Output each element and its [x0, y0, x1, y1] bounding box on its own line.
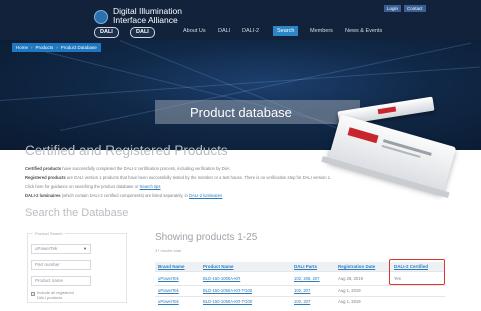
row3-parts[interactable]: 102, 207	[294, 299, 310, 305]
row2-product[interactable]: BLD-150-1050A-KR-TG00	[203, 288, 252, 294]
column-dali-parts[interactable]: DALI Parts	[294, 263, 317, 270]
contact-link[interactable]: Contact	[404, 5, 426, 12]
row3-date: Aug 1, 2019	[338, 299, 361, 304]
row2-brand[interactable]: uPowerTek	[158, 288, 179, 294]
column-registration-date[interactable]: Registration Date	[338, 263, 375, 270]
search-panel-label: Product Search	[33, 231, 65, 236]
include-registered-label-line2: DALI products	[37, 295, 63, 300]
search-tips-link[interactable]: Search tips	[140, 184, 161, 189]
row1-brand[interactable]: uPowerTek	[158, 276, 179, 282]
table-row-divider	[155, 285, 445, 286]
registered-term: Registered products	[25, 175, 66, 180]
search-heading: Search the Database	[25, 207, 129, 219]
registered-text: are DALI version 1 products that have be…	[65, 175, 332, 180]
certified-heading: Certified and Registered Products	[25, 143, 228, 158]
page-title: Product database	[190, 105, 292, 120]
row1-product[interactable]: BLD-150-1000A-KR	[203, 276, 240, 282]
dali2-certified-highlight	[389, 259, 445, 285]
row2-date: Aug 1, 2019	[338, 288, 361, 293]
nav-news-events[interactable]: News & Events	[345, 27, 382, 35]
brand-select[interactable]: uPowerTek ▼	[31, 244, 91, 254]
diia-logo-icon[interactable]	[94, 10, 108, 24]
breadcrumb-home[interactable]: Home	[16, 45, 28, 50]
luminaires-note: DALI-2 luminaires (which contain DALI-2 …	[25, 193, 222, 199]
brand-select-value: uPowerTek	[35, 246, 58, 251]
row1-date: Aug 28, 2019	[338, 276, 363, 281]
search-guidance-text: Click here for guidance on searching the…	[25, 184, 140, 189]
column-brand-name[interactable]: Brand Name	[158, 263, 185, 270]
registered-description: Registered products are DALI version 1 p…	[25, 175, 331, 181]
results-count: 37 results total	[155, 248, 182, 253]
nav-dali-2[interactable]: DALI-2	[242, 27, 259, 35]
login-link[interactable]: Login	[384, 5, 402, 12]
chevron-down-icon: ▼	[83, 246, 87, 251]
breadcrumb-separator-icon: ›	[31, 45, 33, 50]
dali-logo-badge[interactable]: DALI	[94, 27, 119, 38]
search-guidance: Click here for guidance on searching the…	[25, 184, 160, 190]
nav-about-us[interactable]: About Us	[183, 27, 206, 35]
row3-brand[interactable]: uPowerTek	[158, 299, 179, 305]
include-registered-checkbox[interactable]	[31, 292, 35, 296]
certified-description: Certified products have successfully com…	[25, 166, 231, 172]
breadcrumb: Home › Products › Product Database	[12, 43, 101, 52]
row1-parts[interactable]: 102, 206, 207	[294, 276, 320, 282]
org-name-line2[interactable]: Interface Alliance	[113, 16, 178, 25]
nav-search[interactable]: Search	[273, 26, 299, 36]
breadcrumb-products[interactable]: Products	[36, 45, 54, 50]
results-heading: Showing products 1-25	[155, 232, 258, 243]
part-number-input[interactable]: Part number	[31, 260, 91, 270]
luminaires-term: DALI-2 luminaires	[25, 193, 61, 198]
row2-parts[interactable]: 102, 207	[294, 288, 310, 294]
table-row-divider	[155, 296, 445, 297]
breadcrumb-separator-icon: ›	[56, 45, 58, 50]
nav-dali[interactable]: DALI	[218, 27, 230, 35]
dali2-luminaires-link[interactable]: DALI-2 luminaires	[189, 193, 222, 198]
product-name-input[interactable]: Product name	[31, 276, 91, 286]
nav-members[interactable]: Members	[310, 27, 333, 35]
certified-text: have successfully completed the DALI-2 c…	[61, 166, 231, 171]
row3-product[interactable]: BLD-150-1050A-KR-TG00	[203, 299, 252, 305]
dali2-logo-badge[interactable]: DALI	[130, 27, 155, 38]
luminaires-text: (which contain DALI-2 certified componen…	[60, 193, 190, 198]
include-registered-label: Include all registered DALI products	[37, 290, 74, 300]
column-product-name[interactable]: Product Name	[203, 263, 234, 270]
certified-term: Certified products	[25, 166, 62, 171]
breadcrumb-current: Product Database	[60, 45, 97, 50]
